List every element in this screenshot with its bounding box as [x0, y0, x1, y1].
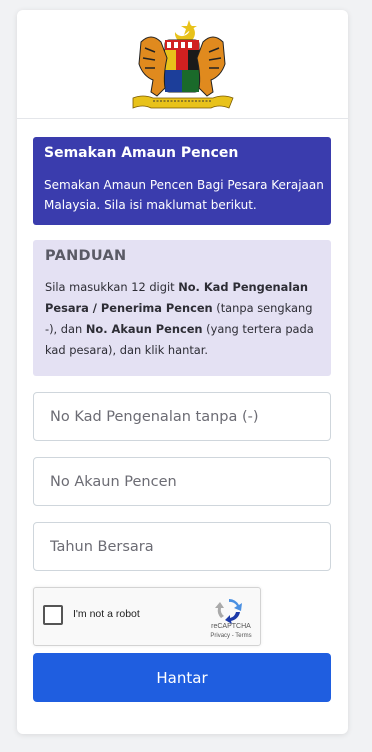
guide-panel: PANDUAN Sila masukkan 12 digit No. Kad P… [33, 240, 331, 376]
pension-account-input[interactable] [34, 458, 320, 505]
submit-button[interactable]: Hantar [33, 653, 331, 702]
ic-number-input[interactable] [34, 393, 320, 440]
guide-text-part: Sila masukkan 12 digit [45, 280, 179, 294]
retirement-year-input[interactable] [34, 523, 320, 570]
retirement-year-field [33, 522, 331, 571]
recaptcha-label: I'm not a robot [73, 608, 140, 620]
guide-text: Sila masukkan 12 digit No. Kad Pengenala… [45, 277, 327, 361]
page-title: Semakan Amaun Pencen [44, 145, 239, 161]
recaptcha-icon [215, 598, 242, 624]
ic-field [33, 392, 331, 441]
form-card: Semakan Amaun Pencen Semakan Amaun Pence… [17, 10, 348, 734]
account-field [33, 457, 331, 506]
recaptcha-links[interactable]: Privacy - Terms [203, 633, 259, 639]
header [17, 10, 348, 119]
recaptcha-checkbox[interactable] [43, 605, 63, 625]
coat-of-arms-logo [132, 20, 234, 109]
guide-bold-account: No. Akaun Pencen [85, 322, 203, 336]
recaptcha-widget: I'm not a robot reCAPTCHA Privacy - Term… [33, 587, 261, 646]
info-banner: Semakan Amaun Pencen Semakan Amaun Pence… [33, 137, 331, 225]
recaptcha-brand: reCAPTCHA [211, 623, 251, 630]
page-description: Semakan Amaun Pencen Bagi Pesara Kerajaa… [44, 178, 324, 212]
guide-heading: PANDUAN [45, 248, 127, 264]
